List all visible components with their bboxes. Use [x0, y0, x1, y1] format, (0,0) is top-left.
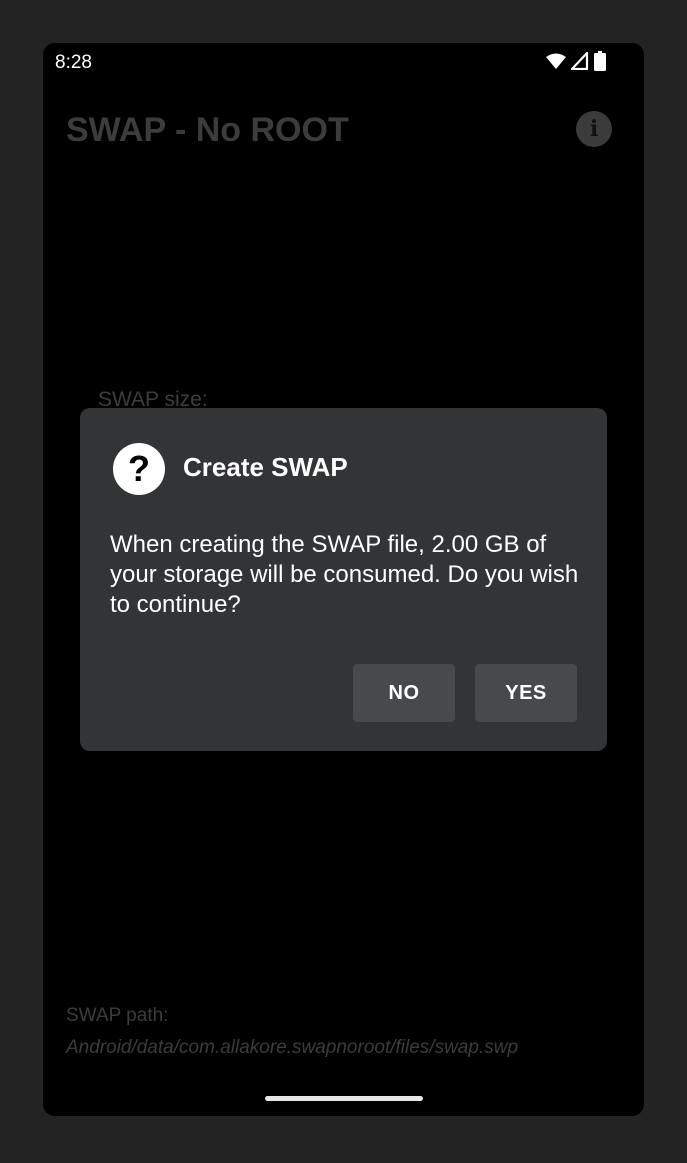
status-bar: 8:28	[43, 43, 644, 83]
dialog-title: Create SWAP	[183, 452, 348, 482]
dialog-buttons: NO YES	[353, 664, 577, 722]
question-icon: ?	[113, 443, 165, 495]
status-time: 8:28	[55, 52, 92, 73]
yes-button[interactable]: YES	[475, 664, 577, 722]
create-swap-dialog: ? Create SWAP When creating the SWAP fil…	[80, 408, 607, 751]
swap-path-value: Android/data/com.allakore.swapnoroot/fil…	[66, 1037, 519, 1058]
app-bar: SWAP - No ROOT i	[43, 103, 644, 163]
swap-path-label: SWAP path:	[66, 1005, 169, 1026]
wifi-icon	[546, 53, 566, 70]
dialog-message: When creating the SWAP file, 2.00 GB of …	[110, 531, 579, 618]
home-indicator[interactable]	[265, 1096, 423, 1101]
info-icon[interactable]: i	[576, 111, 612, 147]
signal-icon	[571, 52, 589, 70]
status-icons	[546, 51, 606, 71]
battery-icon	[594, 51, 606, 71]
no-button[interactable]: NO	[353, 664, 455, 722]
swap-path-section: SWAP path: Android/data/com.allakore.swa…	[66, 1005, 518, 1059]
app-title: SWAP - No ROOT	[66, 111, 349, 149]
